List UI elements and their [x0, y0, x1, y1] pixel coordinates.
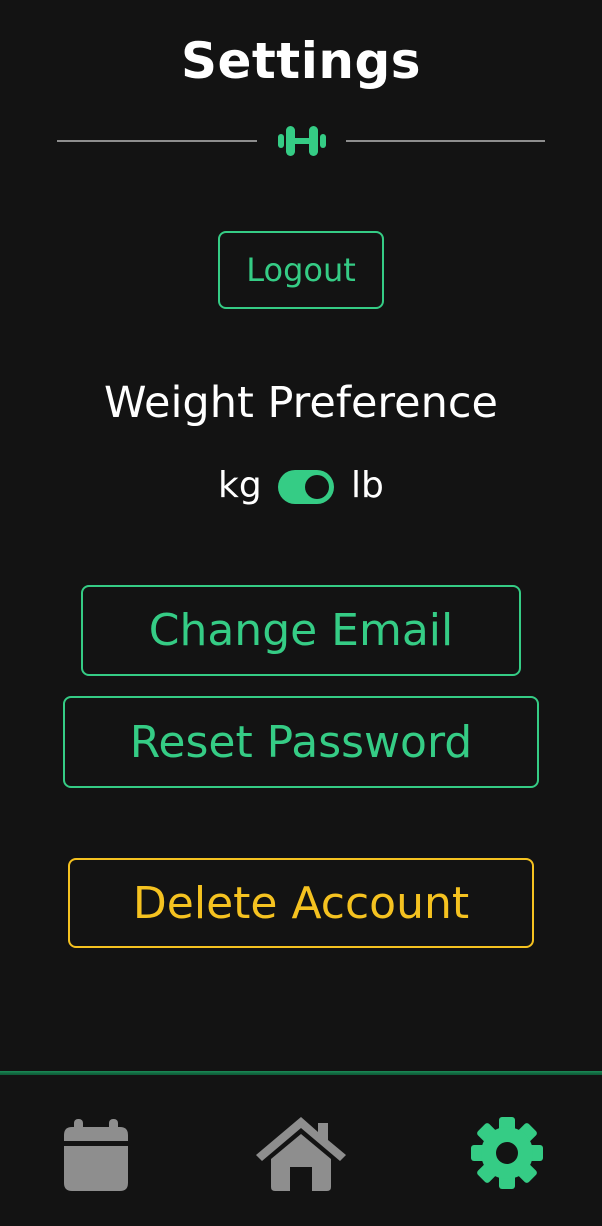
home-icon[interactable] — [254, 1115, 348, 1191]
gear-icon[interactable] — [470, 1115, 544, 1191]
divider-line-right — [346, 140, 545, 142]
change-email-button[interactable]: Change Email — [81, 585, 521, 676]
unit-label-kg: kg — [218, 465, 262, 506]
toggle-knob — [305, 475, 329, 499]
weight-unit-row: kg lb — [0, 462, 602, 512]
page-title: Settings — [180, 32, 421, 90]
divider-line-left — [57, 140, 257, 142]
logout-button[interactable]: Logout — [218, 231, 384, 309]
settings-page: Settings Logout Weight Preference kg lb … — [0, 0, 602, 1226]
bottom-nav — [0, 1071, 602, 1226]
weight-unit-toggle[interactable] — [278, 470, 334, 504]
calendar-icon[interactable] — [60, 1115, 132, 1191]
weight-preference-heading: Weight Preference — [104, 378, 498, 428]
unit-label-lb: lb — [351, 465, 384, 506]
dumbbell-icon — [278, 126, 326, 156]
delete-account-button[interactable]: Delete Account — [68, 858, 534, 948]
reset-password-button[interactable]: Reset Password — [63, 696, 539, 788]
nav-top-border — [0, 1071, 602, 1074]
title-divider — [57, 116, 545, 166]
